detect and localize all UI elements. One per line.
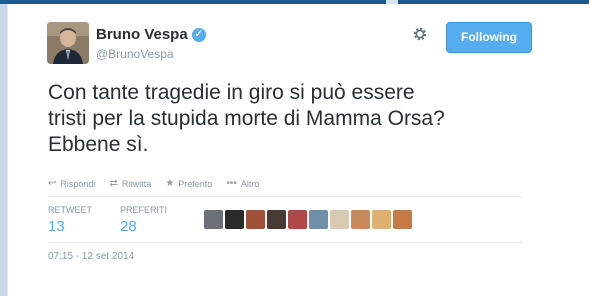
favorite-button[interactable]: ★ Preferito [165,178,212,189]
favoriter-avatar[interactable] [330,210,349,229]
tweet-timestamp[interactable]: 07:15 - 12 set 2014 [48,251,134,262]
verified-icon: ✓ [191,27,206,42]
favoriter-avatar[interactable] [309,210,328,229]
following-button[interactable]: Following [446,22,532,53]
star-icon: ★ [165,178,175,189]
gear-icon[interactable] [411,25,429,43]
retweet-stat[interactable]: RETWEET 13 [48,205,92,235]
author-name-row[interactable]: Bruno Vespa ✓ [96,26,206,43]
favorites-stat-label: PREFERITI [120,205,168,215]
author-name[interactable]: Bruno Vespa [96,26,188,43]
favorite-label: Preferito [178,178,213,189]
retweet-button[interactable]: ⇄ Ritwitta [109,178,151,189]
favoriter-avatar[interactable] [204,210,223,229]
retweet-icon: ⇄ [109,178,118,189]
favoriter-avatar[interactable] [288,210,307,229]
more-icon: ••• [226,178,237,189]
reply-icon: ↩ [48,178,57,189]
favoriter-avatar[interactable] [372,210,391,229]
tweet-text-line: Ebbene sì. [48,133,149,156]
divider [48,196,523,197]
retweet-label: Ritwitta [121,178,152,189]
favoriter-avatar[interactable] [351,210,370,229]
more-button[interactable]: ••• Altro [226,178,259,189]
tweet-text-line: Con tante tragedie in giro si può essere [48,81,415,104]
reply-label: Rispondi [60,178,96,189]
divider [48,242,523,243]
avatar[interactable] [47,22,89,64]
retweet-stat-label: RETWEET [48,205,92,215]
author-handle[interactable]: @BrunoVespa [96,47,174,61]
favoriter-avatar[interactable] [267,210,286,229]
tweet-text-line: tristi per la stupida morte di Mamma Ors… [48,107,445,130]
reply-button[interactable]: ↩ Rispondi [48,178,95,189]
favoriter-avatar[interactable] [225,210,244,229]
favorites-count: 28 [120,218,137,235]
tweet-actions: ↩ Rispondi ⇄ Ritwitta ★ Preferito ••• Al… [48,178,259,189]
tweet-text: Con tante tragedie in giro si può essere… [48,80,508,158]
more-label: Altro [240,178,260,189]
favorites-stat[interactable]: PREFERITI 28 [120,205,167,235]
favoriter-avatar[interactable] [393,210,412,229]
favoriter-avatar[interactable] [246,210,265,229]
favoriters-avatars [204,210,412,229]
retweet-count: 13 [48,218,65,235]
